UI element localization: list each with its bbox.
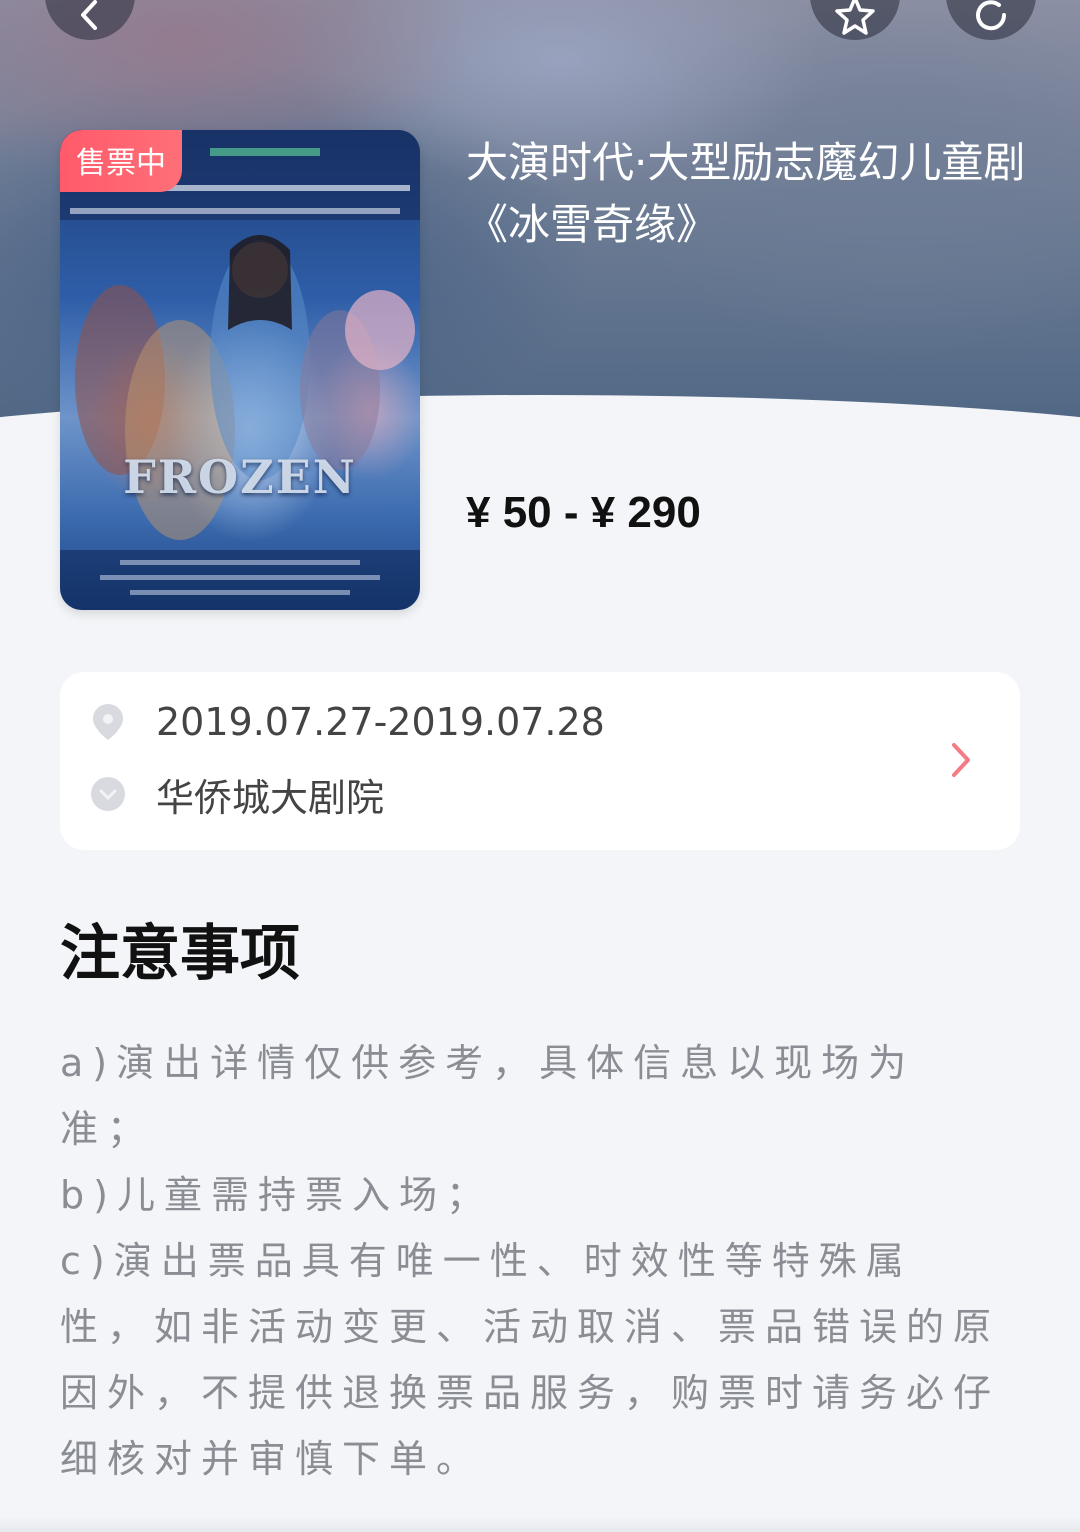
bottom-edge-shadow xyxy=(0,1516,1080,1532)
on-sale-badge: 售票中 xyxy=(60,130,182,192)
date-row: 2019.07.27-2019.07.28 xyxy=(60,692,940,752)
show-date: 2019.07.27-2019.07.28 xyxy=(156,700,605,744)
star-icon xyxy=(835,0,875,35)
venue-name: 华侨城大剧院 xyxy=(156,775,385,820)
show-title: 大演时代·大型励志魔幻儿童剧《冰雪奇缘》 xyxy=(466,138,1026,249)
notice-line: c)演出票品具有唯一性、时效性等特殊属 xyxy=(60,1239,913,1283)
venue-row: 华侨城大剧院 xyxy=(60,764,940,824)
notice-section-title: 注意事项 xyxy=(60,919,300,989)
chevron-right-icon[interactable] xyxy=(946,740,976,780)
notice-line: 细核对并审慎下单。 xyxy=(60,1437,484,1481)
notice-line: 性，如非活动变更、活动取消、票品错误的原 xyxy=(60,1305,1001,1349)
chevron-left-icon xyxy=(81,0,97,30)
location-pin-icon xyxy=(88,702,128,742)
notice-line: a)演出详情仅供参考，具体信息以现场为 xyxy=(60,1041,916,1085)
refresh-icon xyxy=(976,0,1007,31)
poster-title-text: FROZEN xyxy=(123,450,357,504)
poster-artwork xyxy=(60,130,420,610)
show-poster[interactable]: FROZEN 售票中 xyxy=(60,130,420,610)
chevron-down-circle-icon xyxy=(88,774,128,814)
notice-line: 因外，不提供退换票品服务，购票时请务必仔 xyxy=(60,1371,1001,1415)
notice-body: a)演出详情仅供参考，具体信息以现场为 准； b)儿童需持票入场； c)演出票品… xyxy=(60,1030,1020,1492)
notice-line: 准； xyxy=(60,1107,155,1151)
notice-line: b)儿童需持票入场； xyxy=(60,1173,493,1217)
show-info-card[interactable]: 2019.07.27-2019.07.28 华侨城大剧院 xyxy=(60,672,1020,850)
price-range: ¥ 50 - ¥ 290 xyxy=(466,488,701,537)
